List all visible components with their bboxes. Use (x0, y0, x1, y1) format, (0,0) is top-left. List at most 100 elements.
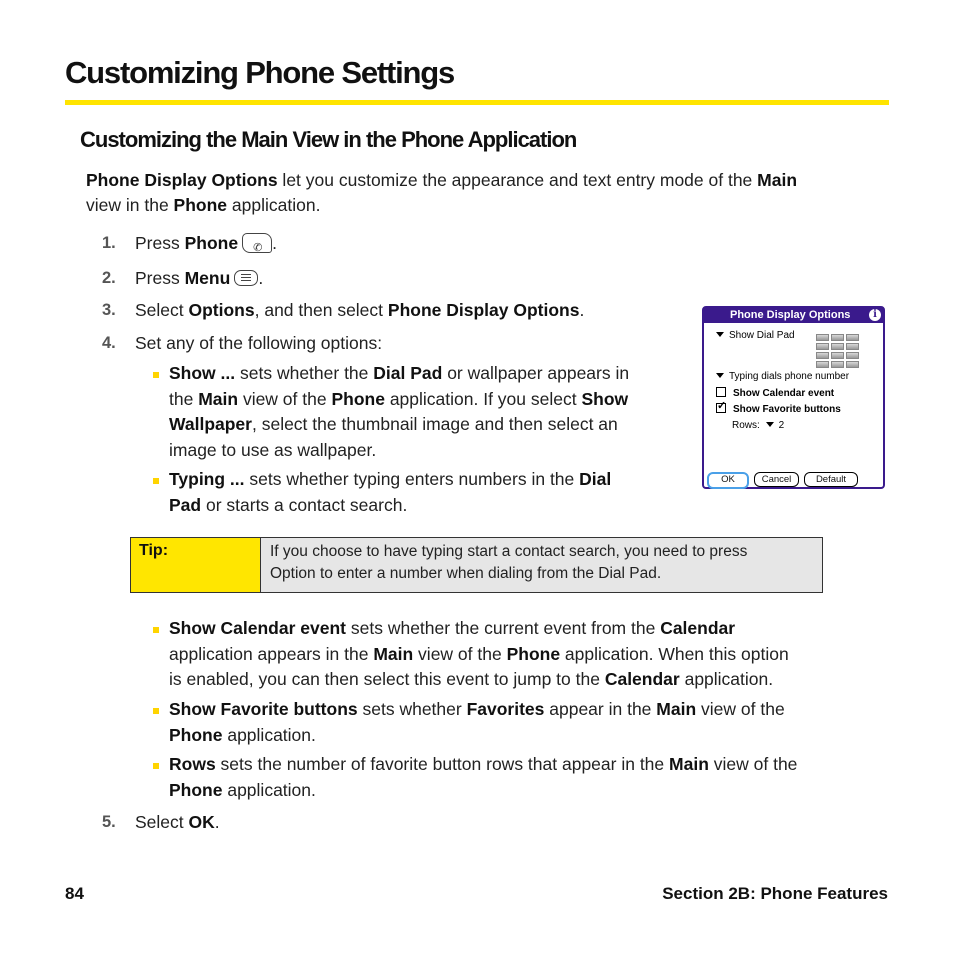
page-title: Customizing Phone Settings (65, 55, 455, 90)
ok-button[interactable]: OK (707, 472, 749, 489)
rows-value: 2 (778, 420, 785, 431)
intro-bold: Phone (173, 195, 228, 215)
step-number: 3. (102, 301, 116, 319)
tip-box: Tip: If you choose to have typing start … (130, 537, 823, 593)
bullet-bold: Pad (169, 494, 202, 515)
bullet-bold: Dial (579, 469, 612, 489)
bullet-bold: Main (656, 699, 697, 719)
bullet-item: Show Favorite buttons sets whether Favor… (169, 697, 899, 748)
show-option-dropdown[interactable]: Show Dial Pad (716, 330, 795, 341)
bullet-bold: Phone (169, 724, 223, 745)
intro-text: let you customize the appearance and tex… (277, 170, 758, 190)
bullet-text: sets whether the (235, 363, 374, 383)
section-heading: Customizing the Main View in the Phone A… (80, 127, 577, 152)
bullet-bold: Main (373, 643, 414, 664)
step-text-part: . (579, 300, 585, 320)
bullet-text: application. (222, 779, 316, 800)
tip-text: If you choose to have typing start a con… (261, 538, 822, 592)
intro-paragraph: Phone Display Options let you customize … (86, 168, 886, 218)
rows-selector[interactable]: Rows: 2 (732, 420, 784, 431)
bullet-bold: Main (669, 754, 709, 774)
bullet-bold: Favorites (466, 699, 545, 719)
step-text-part: Press (135, 233, 185, 253)
bullet-marker (153, 763, 159, 769)
step-number: 2. (102, 269, 116, 287)
section-footer: Section 2B: Phone Features (662, 884, 888, 903)
checkbox-label: Show Favorite buttons (733, 404, 841, 415)
bullet-bold: Phone (506, 643, 561, 664)
intro-text: view in the (86, 195, 174, 215)
show-calendar-checkbox[interactable]: Show Calendar event (716, 387, 834, 399)
bullet-bold: Dial Pad (373, 363, 443, 383)
checkbox-label: Show Calendar event (733, 388, 835, 399)
info-icon[interactable]: i (869, 309, 881, 321)
bullet-marker (153, 708, 159, 714)
checkbox-checked-icon (716, 399, 726, 413)
step-text-part: Select (135, 812, 189, 832)
bullet-text: view of the (696, 699, 785, 719)
bullet-bold: Main (198, 388, 239, 409)
typing-option-dropdown[interactable]: Typing dials phone number (716, 371, 849, 382)
bullet-bold: Phone (169, 779, 223, 800)
step-bold: Options (188, 300, 255, 320)
rows-label: Rows: (732, 420, 760, 431)
bullet-text: sets whether (357, 699, 467, 719)
bullet-text: application. If you select (384, 388, 582, 409)
phone-display-options-dialog: Phone Display Options i Show Dial Pad Ty… (702, 306, 885, 489)
bullet-text: , select the thumbnail image and then se… (251, 414, 618, 434)
keypad-key (846, 334, 859, 341)
keypad-key (831, 334, 844, 341)
step-text-part: Press (135, 268, 185, 288)
bullet-bold: Wallpaper (169, 414, 252, 434)
step-number: 1. (102, 234, 116, 252)
title-rule (65, 100, 889, 105)
step-bold: Menu (184, 268, 231, 288)
tip-label: Tip: (131, 538, 261, 592)
step-text: Select Options, and then select Phone Di… (135, 298, 584, 323)
step-bold: Phone Display Options (387, 300, 580, 320)
keypad-key (831, 361, 844, 368)
bullet-bold: Typing ... (169, 469, 245, 489)
step-text-part: . (258, 268, 264, 288)
bullet-text: sets the number of favorite button rows … (215, 754, 670, 774)
bullet-text: application. (222, 724, 316, 745)
step-text: Press Menu. (135, 266, 263, 291)
bullet-marker (153, 372, 159, 378)
bullet-item: Rows sets the number of favorite button … (169, 752, 899, 803)
bullet-text: view of the (238, 388, 332, 409)
bullet-bold: Show ... (169, 363, 236, 383)
bullet-marker (153, 478, 159, 484)
bullet-text: application. When this option (560, 643, 789, 664)
bullet-text: view of the (708, 754, 798, 774)
page-number: 84 (65, 884, 84, 903)
bullet-bold: Show Calendar event (169, 618, 346, 638)
dialog-title: Phone Display Options (704, 308, 883, 323)
dropdown-triangle-icon (716, 332, 724, 337)
intro-text: application. (227, 195, 321, 215)
bullet-bold: Calendar (660, 618, 736, 638)
bullet-item: Show Calendar event sets whether the cur… (169, 616, 899, 693)
keypad-key (846, 343, 859, 350)
step-number: 4. (102, 334, 116, 352)
bullet-text: appear in the (544, 699, 657, 719)
keypad-key (816, 361, 829, 368)
cancel-button[interactable]: Cancel (754, 472, 799, 487)
intro-bold: Main (757, 170, 798, 190)
dial-pad-thumbnail[interactable] (816, 334, 860, 368)
bullet-bold: Show Favorite buttons (169, 699, 358, 719)
bullet-text: sets whether the current event from the (346, 618, 661, 638)
step-text-part: Select (135, 300, 189, 320)
step-text: Select OK. (135, 810, 220, 835)
bullet-item: Show ... sets whether the Dial Pad or wa… (169, 361, 689, 463)
default-button[interactable]: Default (804, 472, 858, 487)
checkbox-unchecked-icon (716, 387, 726, 397)
show-favorites-checkbox[interactable]: Show Favorite buttons (716, 399, 841, 415)
step-text-part: . (214, 812, 220, 832)
step-text-part: . (272, 233, 277, 253)
bullet-text: application appears in the (169, 643, 374, 664)
bullet-bold: Show (581, 388, 629, 409)
tip-line: Option to enter a number when dialing fr… (270, 565, 662, 582)
show-option-value: Show Dial Pad (729, 330, 795, 341)
step-number: 5. (102, 813, 116, 831)
step-text: Set any of the following options: (135, 333, 383, 353)
